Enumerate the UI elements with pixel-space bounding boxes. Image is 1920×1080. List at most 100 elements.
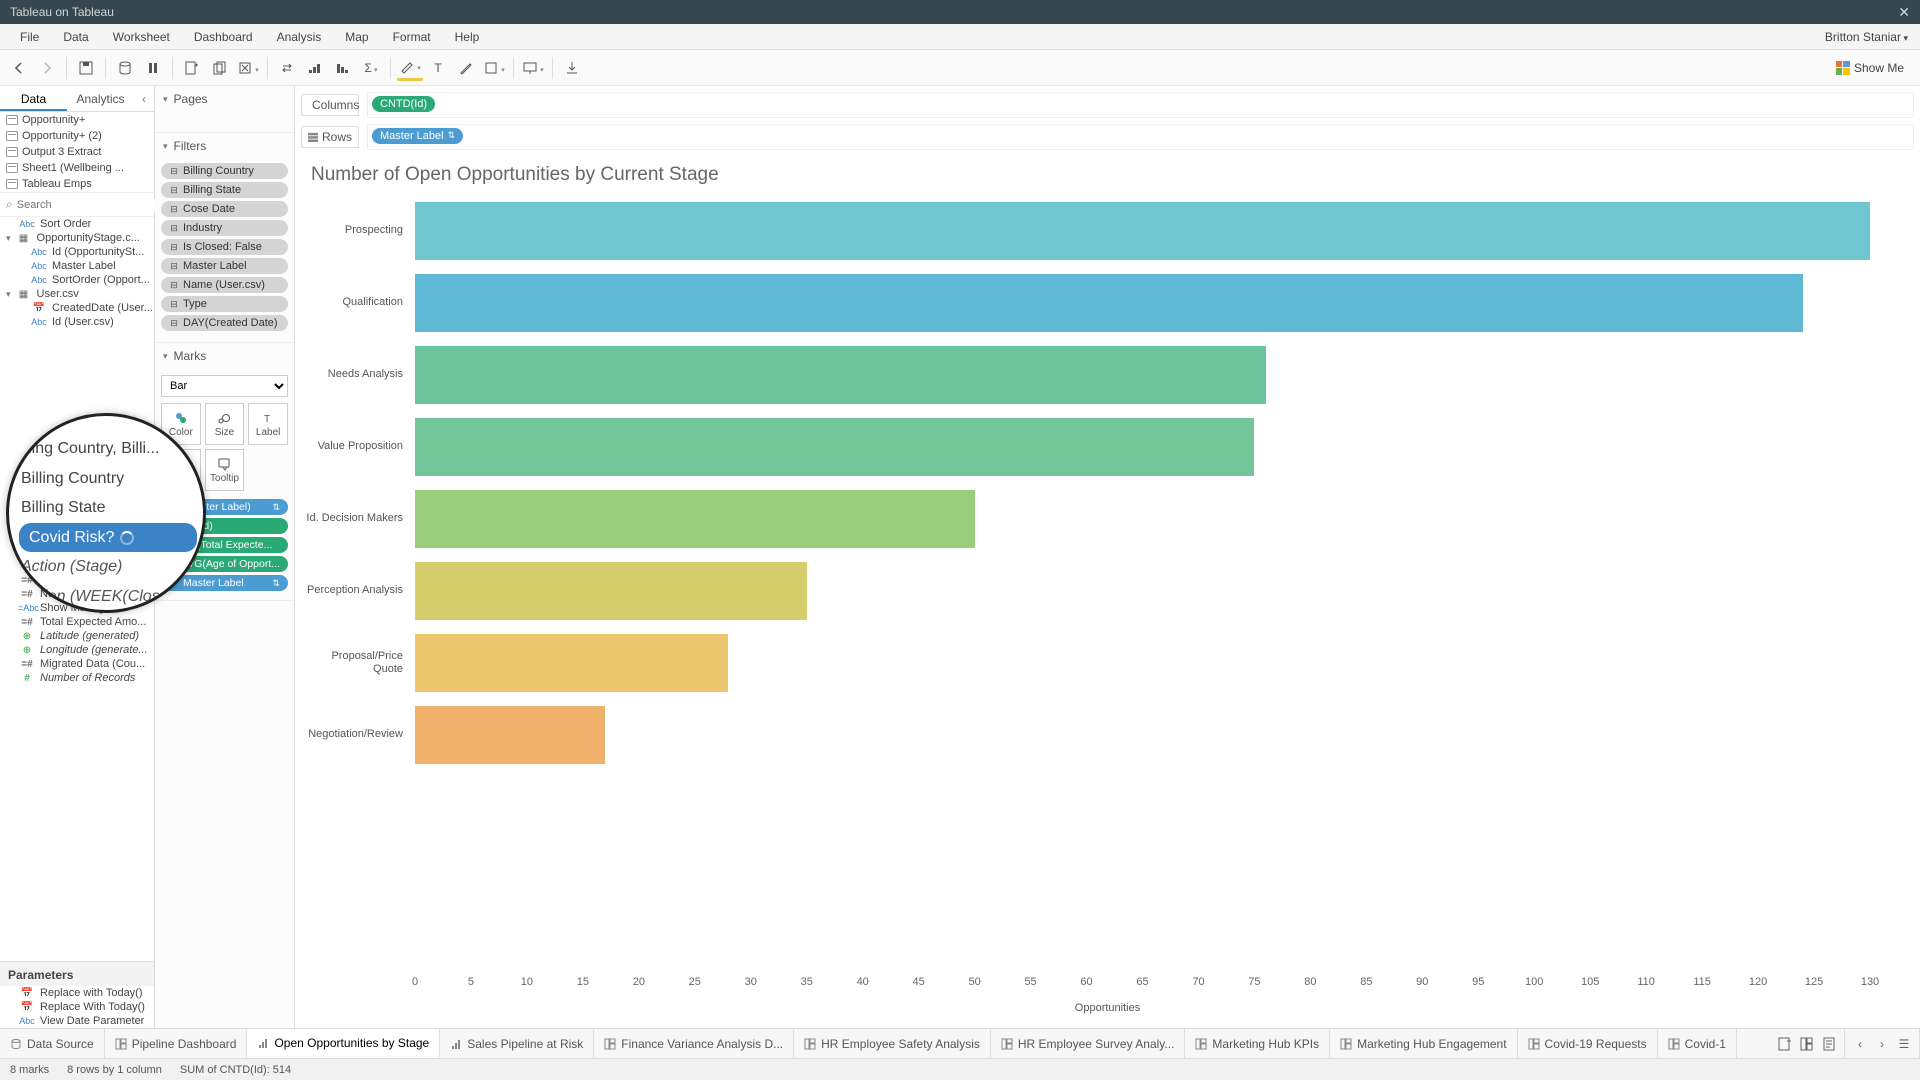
rows-pill[interactable]: Master Label⇅ <box>372 128 463 144</box>
bar-row[interactable]: Negotiation/Review <box>415 706 1870 764</box>
sheet-tab[interactable]: Finance Variance Analysis D... <box>594 1029 794 1058</box>
filter-pill[interactable]: ⊟Industry <box>161 220 288 236</box>
totals-button[interactable]: Σ <box>358 55 384 81</box>
filter-pill[interactable]: ⊟Type <box>161 296 288 312</box>
new-worksheet-button[interactable] <box>179 55 205 81</box>
datasource-item[interactable]: Opportunity+ (2) <box>0 128 154 144</box>
pages-shelf[interactable]: Pages <box>155 86 294 133</box>
menu-data[interactable]: Data <box>51 26 100 48</box>
sheet-tab[interactable]: HR Employee Safety Analysis <box>794 1029 991 1058</box>
tab-scroll-right[interactable]: › <box>1873 1035 1891 1053</box>
filter-pill[interactable]: ⊟Cose Date <box>161 201 288 217</box>
field-item[interactable]: =#Total Expected Amo... <box>0 615 154 629</box>
bar-row[interactable]: Proposal/Price Quote <box>415 634 1870 692</box>
filter-pill[interactable]: ⊟Is Closed: False <box>161 239 288 255</box>
sort-desc-button[interactable] <box>330 55 356 81</box>
close-icon[interactable]: ✕ <box>1898 4 1910 21</box>
columns-shelf[interactable]: CNTD(Id) <box>367 92 1914 118</box>
sheet-tab[interactable]: Covid-19 Requests <box>1518 1029 1658 1058</box>
field-item[interactable]: AbcId (User.csv) <box>0 315 154 329</box>
bar[interactable] <box>415 490 975 548</box>
parameter-item[interactable]: AbcView Date Parameter <box>0 1014 154 1028</box>
text-button[interactable]: T <box>425 55 451 81</box>
bar[interactable] <box>415 562 807 620</box>
viz-area[interactable]: Prospecting Qualification Needs Analysis Va… <box>295 192 1920 1028</box>
field-item[interactable]: ⊕Latitude (generated) <box>0 629 154 643</box>
new-dashboard-icon[interactable] <box>1798 1035 1816 1053</box>
sheet-tab[interactable]: Covid-1 <box>1658 1029 1737 1058</box>
sheet-tab[interactable]: Data Source <box>0 1029 105 1058</box>
new-story-icon[interactable] <box>1820 1035 1838 1053</box>
columns-pill[interactable]: CNTD(Id) <box>372 96 435 112</box>
filter-pill[interactable]: ⊟Billing State <box>161 182 288 198</box>
sheet-tab[interactable]: Marketing Hub KPIs <box>1185 1029 1330 1058</box>
filter-pill[interactable]: ⊟Master Label <box>161 258 288 274</box>
sheet-tab[interactable]: Pipeline Dashboard <box>105 1029 248 1058</box>
filter-pill[interactable]: ⊟DAY(Created Date) <box>161 315 288 331</box>
field-item[interactable]: 📅CreatedDate (User... <box>0 301 154 315</box>
show-me-button[interactable]: Show Me <box>1836 61 1914 75</box>
save-button[interactable] <box>73 55 99 81</box>
tab-list-icon[interactable]: ☰ <box>1895 1035 1913 1053</box>
tab-analytics[interactable]: Analytics <box>67 86 134 111</box>
duplicate-button[interactable] <box>207 55 233 81</box>
bar[interactable] <box>415 706 605 764</box>
field-item[interactable]: AbcSort Order <box>0 217 154 231</box>
pen-button[interactable] <box>453 55 479 81</box>
fit-button[interactable] <box>481 55 507 81</box>
size-button[interactable]: Size <box>205 403 245 445</box>
filters-shelf[interactable]: Filters ⊟Billing Country⊟Billing State⊟C… <box>155 133 294 343</box>
bar-row[interactable]: Perception Analysis <box>415 562 1870 620</box>
datasource-item[interactable]: Sheet1 (Wellbeing ... <box>0 160 154 176</box>
user-menu[interactable]: Britton Staniar <box>1813 26 1912 48</box>
field-item[interactable]: #Number of Records <box>0 671 154 685</box>
sheet-tab[interactable]: Sales Pipeline at Risk <box>440 1029 594 1058</box>
search-input[interactable] <box>17 199 159 211</box>
filter-pill[interactable]: ⊟Name (User.csv) <box>161 277 288 293</box>
tab-scroll-left[interactable]: ‹ <box>1851 1035 1869 1053</box>
presentation-button[interactable] <box>520 55 546 81</box>
field-item[interactable]: AbcId (OpportunitySt... <box>0 245 154 259</box>
bar-row[interactable]: Id. Decision Makers <box>415 490 1870 548</box>
parameter-item[interactable]: 📅Replace with Today() <box>0 986 154 1000</box>
datasource-item[interactable]: Output 3 Extract <box>0 144 154 160</box>
collapse-icon[interactable]: ‹ <box>134 86 154 111</box>
bar[interactable] <box>415 418 1254 476</box>
pause-button[interactable] <box>140 55 166 81</box>
datasource-item[interactable]: Opportunity+ <box>0 112 154 128</box>
bar-row[interactable]: Qualification <box>415 274 1870 332</box>
bar[interactable] <box>415 346 1266 404</box>
datasource-item[interactable]: Tableau Emps <box>0 176 154 192</box>
field-item[interactable]: AbcMaster Label <box>0 259 154 273</box>
rows-shelf[interactable]: Master Label⇅ <box>367 124 1914 150</box>
menu-map[interactable]: Map <box>333 26 380 48</box>
bar-row[interactable]: Prospecting <box>415 202 1870 260</box>
swap-button[interactable] <box>274 55 300 81</box>
sheet-tab[interactable]: HR Employee Survey Analy... <box>991 1029 1186 1058</box>
menu-dashboard[interactable]: Dashboard <box>182 26 265 48</box>
field-item[interactable]: ⊕Longitude (generate... <box>0 643 154 657</box>
new-sheet-icon[interactable] <box>1776 1035 1794 1053</box>
bar-row[interactable]: Value Proposition <box>415 418 1870 476</box>
mark-type-select[interactable]: Bar <box>161 375 288 397</box>
menu-format[interactable]: Format <box>381 26 443 48</box>
filter-pill[interactable]: ⊟Billing Country <box>161 163 288 179</box>
sheet-tab[interactable]: Marketing Hub Engagement <box>1330 1029 1517 1058</box>
bar-row[interactable]: Needs Analysis <box>415 346 1870 404</box>
menu-worksheet[interactable]: Worksheet <box>101 26 182 48</box>
new-datasource-button[interactable] <box>112 55 138 81</box>
bar[interactable] <box>415 202 1870 260</box>
field-item[interactable]: AbcSortOrder (Opport... <box>0 273 154 287</box>
field-table[interactable]: ▾▦User.csv <box>0 287 154 301</box>
label-button[interactable]: TLabel <box>248 403 288 445</box>
field-table[interactable]: ▾▦OpportunityStage.c... <box>0 231 154 245</box>
tooltip-button[interactable]: Tooltip <box>205 449 245 491</box>
menu-analysis[interactable]: Analysis <box>265 26 334 48</box>
viz-title[interactable]: Number of Open Opportunities by Current … <box>295 156 1920 192</box>
back-button[interactable] <box>6 55 32 81</box>
tab-data[interactable]: Data <box>0 86 67 111</box>
parameter-item[interactable]: 📅Replace With Today() <box>0 1000 154 1014</box>
sort-asc-button[interactable] <box>302 55 328 81</box>
sheet-tab[interactable]: Open Opportunities by Stage <box>247 1029 440 1058</box>
clear-button[interactable] <box>235 55 261 81</box>
